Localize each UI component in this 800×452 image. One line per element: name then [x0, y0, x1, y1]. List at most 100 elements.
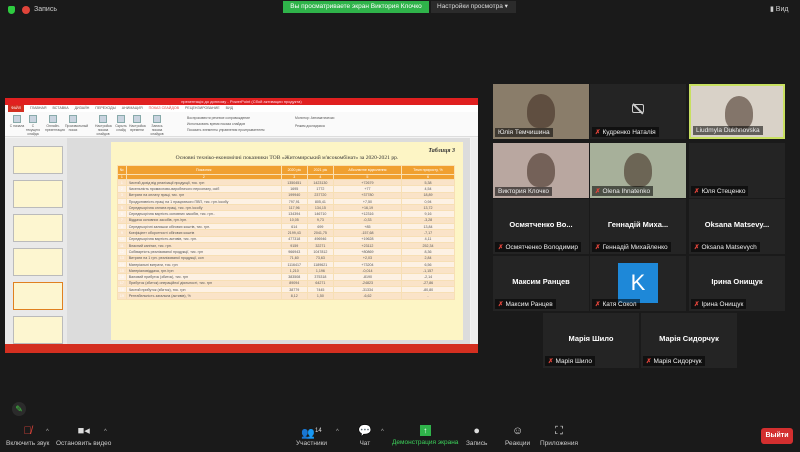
participant-name-label: ✗ Юля Стеценко	[691, 186, 749, 196]
participant-tile[interactable]: Максим Ранцев ✗ Максим Ранцев	[493, 256, 589, 311]
participant-tile[interactable]: Виктория Клочко	[493, 143, 589, 198]
ribbon-button-icon	[117, 115, 125, 123]
mic-muted-icon: ✗	[498, 301, 504, 308]
audio-options-caret[interactable]: ^	[46, 429, 49, 435]
chat-caret[interactable]: ^	[381, 429, 384, 435]
camera-off-icon	[632, 104, 644, 113]
reactions-button[interactable]: ☺ Реакции	[505, 425, 530, 447]
ribbon-button-label: С начала	[9, 124, 25, 128]
ribbon-tab[interactable]: ПЕРЕХОДЫ	[95, 105, 115, 112]
leave-meeting-button[interactable]: Выйти	[761, 428, 793, 444]
chat-button[interactable]: 💬 Чат	[358, 425, 372, 447]
participant-tile[interactable]: Марія Сидорчук ✗ Марія Сидорчук	[641, 313, 737, 368]
participant-name-label: ✗ Осмятченко Володимир	[495, 242, 581, 252]
ribbon-tab[interactable]: ПОКАЗ СЛАЙДОВ	[149, 105, 179, 112]
chat-label: Чат	[359, 440, 371, 447]
ribbon-tab[interactable]: АНИМАЦИЯ	[122, 105, 143, 112]
record-button[interactable]: ● Запись	[466, 425, 487, 447]
participant-tile[interactable]: Осмятченко Во... ✗ Осмятченко Володимир	[493, 199, 589, 254]
participant-tile[interactable]: Юлія Темчишина	[493, 84, 589, 139]
participant-tile[interactable]: Oksana Matsevy... ✗ Oksana Matsevych	[689, 199, 785, 254]
participant-tile[interactable]: Марія Шило ✗ Марія Шило	[543, 313, 639, 368]
meeting-toolbar: 🎙̸ Включить звук ^ ■◂ Остановить видео ^ 👥…	[0, 420, 800, 452]
monitor-select[interactable]: Монитор: Автоматически	[295, 116, 334, 120]
slide-thumbnail[interactable]	[13, 248, 63, 276]
participant-name: Марія Шило	[555, 358, 593, 365]
presenter-view-check[interactable]: Режим докладчика	[295, 124, 325, 128]
ribbon-tab[interactable]: РЕЦЕНЗИРОВАНИЕ	[185, 105, 220, 112]
participant-name: Liudmyla Dukhnovska	[696, 127, 760, 134]
slide-thumbnail-active[interactable]	[13, 282, 63, 310]
ribbon-tab[interactable]: ВСТАВКА	[52, 105, 68, 112]
table-cell: 19	[117, 292, 127, 300]
ribbon-button[interactable]: С начала	[9, 115, 25, 128]
table-caption: Таблиця 3	[428, 148, 455, 154]
participant-video	[527, 153, 555, 187]
view-settings-dropdown[interactable]: Настройки просмотра ▾	[431, 1, 516, 13]
security-shield-icon[interactable]	[8, 6, 15, 14]
table-header: Показник	[125, 165, 282, 175]
mic-muted-icon: ✗	[694, 188, 700, 195]
participant-tile[interactable]: K ✗ Катя Сокол	[590, 256, 686, 311]
participant-name: Геннадій Михайленко	[602, 244, 668, 251]
participants-caret[interactable]: ^	[336, 429, 339, 435]
apps-button[interactable]: ⛶ Приложения	[540, 425, 578, 447]
participant-name-label: ✗ Oksana Matsevych	[691, 242, 760, 252]
ribbon-button[interactable]: Скрыть слайд	[113, 115, 129, 132]
ribbon-tab[interactable]: ДИЗАЙН	[75, 105, 90, 112]
participant-tile[interactable]: Ірина Онищук ✗ Ірина Онищук	[689, 256, 785, 311]
slide-thumbnail[interactable]	[13, 214, 63, 242]
chat-icon: 💬	[358, 425, 372, 437]
recording-label: Запись	[34, 6, 57, 13]
view-button[interactable]: ▮ Вид	[770, 5, 788, 13]
participants-button[interactable]: 👥14 Участники	[296, 425, 327, 447]
slide-thumbnail[interactable]	[13, 180, 63, 208]
participant-tile[interactable]: Геннадій Миха... ✗ Геннадій Михайленко	[590, 199, 686, 254]
slide-scrollbar[interactable]	[471, 138, 478, 344]
participant-name: Кудренко Наталія	[602, 129, 656, 136]
ribbon-button[interactable]: Настройка показа слайдов	[95, 115, 112, 136]
participant-name: Oksana Matsevych	[701, 244, 757, 251]
table-header: 2021 рік	[306, 165, 334, 175]
ribbon-button[interactable]: Настройка времени	[129, 115, 146, 132]
slide-thumbnail[interactable]	[13, 316, 63, 344]
participant-name-label: ✗ Марія Сидорчук	[643, 356, 705, 366]
participant-name: Катя Сокол	[602, 301, 637, 308]
ribbon-tab[interactable]: ВИД	[226, 105, 233, 112]
mic-muted-icon: ✗	[694, 244, 700, 251]
mic-muted-icon: ✗	[595, 129, 601, 136]
check-media-controls[interactable]: Показать элементы управления проигрывате…	[187, 127, 264, 133]
ribbon-button[interactable]: Произвольный показ	[65, 115, 88, 132]
participant-tile[interactable]: ✗ Olena Ihnatenko	[590, 143, 686, 198]
ppt-window-title: презентація до диплому - PowerPoint (Сбо…	[5, 98, 478, 105]
unmute-button[interactable]: 🎙̸ Включить звук	[6, 425, 49, 447]
participant-display-name: Геннадій Миха...	[607, 220, 669, 229]
participant-tile[interactable]: ✗ Юля Стеценко	[689, 143, 785, 198]
ribbon-tab[interactable]: ГЛАВНАЯ	[30, 105, 46, 112]
participants-label: Участники	[296, 440, 328, 447]
share-screen-label: Демонстрация экрана	[392, 439, 459, 446]
participants-icon: 👥14	[301, 427, 322, 440]
participant-tile[interactable]: Liudmyla Dukhnovska	[689, 84, 785, 139]
participant-display-name: Ірина Онищук	[711, 277, 763, 286]
ribbon-button-icon	[99, 115, 107, 123]
annotate-pen-icon[interactable]: ✎	[12, 402, 26, 416]
reactions-icon: ☺	[511, 425, 524, 437]
participant-video	[725, 96, 753, 130]
ribbon-button-label: Онлайн-презентация	[45, 124, 65, 132]
participant-display-name: Oksana Matsevy...	[704, 220, 770, 229]
video-options-caret[interactable]: ^	[104, 429, 107, 435]
slide-thumbnail[interactable]	[13, 146, 63, 174]
participant-name: Максим Ранцев	[505, 301, 553, 308]
ribbon-button[interactable]: С текущего слайда	[25, 115, 41, 136]
table-cell: -	[400, 292, 456, 300]
share-screen-button[interactable]: ↑ Демонстрация экрана	[392, 425, 458, 446]
ribbon-tab[interactable]: ФАЙЛ	[8, 105, 24, 112]
ribbon-button[interactable]: Запись показа слайдов	[149, 115, 165, 136]
ribbon-button-icon	[69, 115, 77, 123]
participant-tile[interactable]: ✗ Кудренко Наталія	[590, 84, 686, 139]
ribbon-button[interactable]: Онлайн-презентация	[45, 115, 65, 132]
indicators-table: № Показник 2020 рік 2021 рік Абсолютне відхи…	[117, 165, 456, 300]
slide-title: Основні техніко-економічні показники ТОВ…	[175, 155, 399, 161]
table-row: 19 Рентабельність загальна (активів), % 8,…	[117, 292, 456, 300]
